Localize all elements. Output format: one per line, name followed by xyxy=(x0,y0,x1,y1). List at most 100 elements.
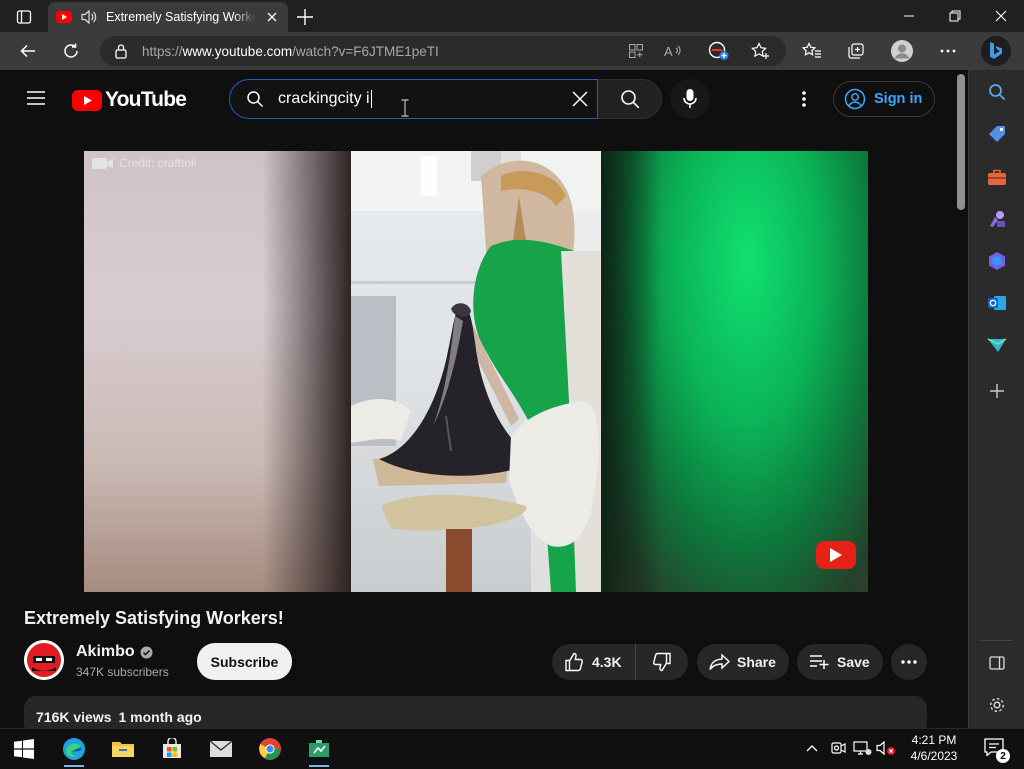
drop-send-icon[interactable] xyxy=(983,331,1011,359)
view-count: 716K views xyxy=(36,709,112,725)
meet-now-icon[interactable] xyxy=(830,740,846,756)
taskbar-chrome-icon[interactable] xyxy=(246,729,294,769)
clear-search-icon[interactable] xyxy=(571,90,589,108)
minimize-button[interactable] xyxy=(886,4,932,28)
more-horizontal-icon xyxy=(901,660,917,664)
speaker-icon[interactable] xyxy=(80,9,98,25)
volume-muted-icon[interactable] xyxy=(876,740,896,756)
playlist-add-icon xyxy=(810,655,829,669)
search-button[interactable] xyxy=(598,79,662,119)
network-icon[interactable] xyxy=(852,740,872,756)
taskbar-edge-icon[interactable] xyxy=(50,729,98,769)
text-cursor-icon xyxy=(400,99,410,117)
sign-in-label: Sign in xyxy=(874,91,923,107)
more-actions-button[interactable] xyxy=(891,644,927,680)
back-button[interactable] xyxy=(14,37,42,65)
games-icon[interactable] xyxy=(983,205,1011,233)
show-hidden-icons-chevron-icon[interactable] xyxy=(805,741,819,755)
lock-icon[interactable] xyxy=(114,43,128,59)
youtube-favicon-icon xyxy=(56,11,72,23)
hide-sidebar-icon[interactable] xyxy=(983,649,1011,677)
taskbar-store-icon[interactable] xyxy=(148,729,196,769)
profile-icon[interactable] xyxy=(888,37,916,65)
taskbar-mail-icon[interactable] xyxy=(197,729,245,769)
bing-chat-icon[interactable] xyxy=(981,36,1011,66)
start-button[interactable] xyxy=(0,729,48,769)
sidebar-divider xyxy=(981,640,1013,641)
refresh-button[interactable] xyxy=(57,37,85,65)
collections-icon[interactable] xyxy=(842,37,870,65)
notification-count: 2 xyxy=(996,749,1010,763)
microsoft-365-icon[interactable] xyxy=(983,247,1011,275)
add-favorite-icon[interactable] xyxy=(747,37,775,65)
windows-logo-icon xyxy=(14,739,34,759)
browser-tab-strip: Extremely Satisfying Workers! - YouTube xyxy=(0,0,1024,32)
search-query[interactable]: crackingcity i xyxy=(278,90,370,107)
text-caret xyxy=(370,89,372,108)
page-scrollbar[interactable] xyxy=(954,70,968,728)
taskbar-app-icon[interactable] xyxy=(295,729,343,769)
dislike-button[interactable] xyxy=(636,644,688,680)
share-button[interactable]: Share xyxy=(697,644,789,680)
extension-icon[interactable] xyxy=(705,37,733,65)
close-window-button[interactable] xyxy=(978,4,1024,28)
favorites-icon[interactable] xyxy=(798,37,826,65)
video-player[interactable]: Credit: crafttok xyxy=(84,151,868,592)
youtube-logo[interactable]: YouTube xyxy=(72,88,187,112)
active-browser-tab[interactable]: Extremely Satisfying Workers! - YouTube xyxy=(48,2,288,32)
add-sidebar-app-icon[interactable] xyxy=(983,377,1011,405)
settings-more-icon[interactable] xyxy=(934,37,962,65)
taskbar-clock[interactable]: 4:21 PM 4/6/2023 xyxy=(896,732,972,764)
video-title: Extremely Satisfying Workers! xyxy=(24,608,284,628)
sign-in-button[interactable]: Sign in xyxy=(833,81,935,117)
video-frame xyxy=(351,151,601,592)
youtube-watermark-icon[interactable] xyxy=(816,541,856,569)
svg-text:A: A xyxy=(664,44,673,59)
guide-menu-icon[interactable] xyxy=(26,90,46,106)
tab-close-icon[interactable] xyxy=(264,9,280,25)
search-input[interactable]: crackingcity i xyxy=(229,79,598,119)
thumbs-up-icon xyxy=(565,652,583,672)
blurred-backdrop-right xyxy=(600,151,868,592)
like-button[interactable]: 4.3K xyxy=(552,644,636,680)
like-dislike-group: 4.3K xyxy=(552,644,688,680)
verified-check-icon xyxy=(140,646,153,658)
channel-avatar[interactable] xyxy=(24,640,64,680)
tab-actions-icon[interactable] xyxy=(10,6,38,28)
thumbs-down-icon xyxy=(653,652,671,672)
new-tab-button[interactable] xyxy=(294,6,316,28)
taskbar-file-explorer-icon[interactable] xyxy=(99,729,147,769)
tools-briefcase-icon[interactable] xyxy=(983,163,1011,191)
clock-date: 4/6/2023 xyxy=(910,749,958,763)
youtube-page: YouTube crackingcity i Sign in Credit: c… xyxy=(0,70,954,728)
channel-name-text[interactable]: Akimbo xyxy=(76,643,135,661)
subscribe-button[interactable]: Subscribe xyxy=(197,643,292,680)
share-arrow-icon xyxy=(709,653,731,670)
youtube-play-logo-icon xyxy=(72,89,102,111)
sidebar-search-icon[interactable] xyxy=(983,78,1011,106)
windows-taskbar: 4:21 PM 4/6/2023 2 xyxy=(0,728,1024,768)
search-inline-icon xyxy=(246,90,264,108)
notification-center-icon[interactable]: 2 xyxy=(984,738,1010,763)
credit-text: Credit: crafttok xyxy=(119,156,198,170)
read-aloud-icon[interactable]: A xyxy=(659,37,687,65)
shopping-tag-icon[interactable] xyxy=(983,120,1011,148)
save-label: Save xyxy=(837,654,870,670)
description-box[interactable]: 716K views 1 month ago xyxy=(24,696,927,728)
app-available-icon[interactable] xyxy=(622,37,650,65)
microphone-icon xyxy=(683,89,697,108)
clock-time: 4:21 PM xyxy=(911,733,957,747)
video-camera-icon xyxy=(92,157,113,169)
save-button[interactable]: Save xyxy=(797,644,883,680)
sidebar-settings-gear-icon[interactable] xyxy=(983,691,1011,719)
blurred-backdrop-left xyxy=(84,151,352,592)
account-icon xyxy=(844,88,866,110)
channel-name[interactable]: Akimbo xyxy=(76,643,153,661)
outlook-icon[interactable] xyxy=(983,289,1011,317)
restore-button[interactable] xyxy=(932,4,978,28)
voice-search-button[interactable] xyxy=(670,79,710,119)
settings-kebab-icon[interactable] xyxy=(802,91,806,107)
scrollbar-thumb[interactable] xyxy=(957,74,965,210)
publish-date: 1 month ago xyxy=(118,709,202,725)
url-text[interactable]: https://www.youtube.com/watch?v=F6JTME1p… xyxy=(142,44,439,59)
